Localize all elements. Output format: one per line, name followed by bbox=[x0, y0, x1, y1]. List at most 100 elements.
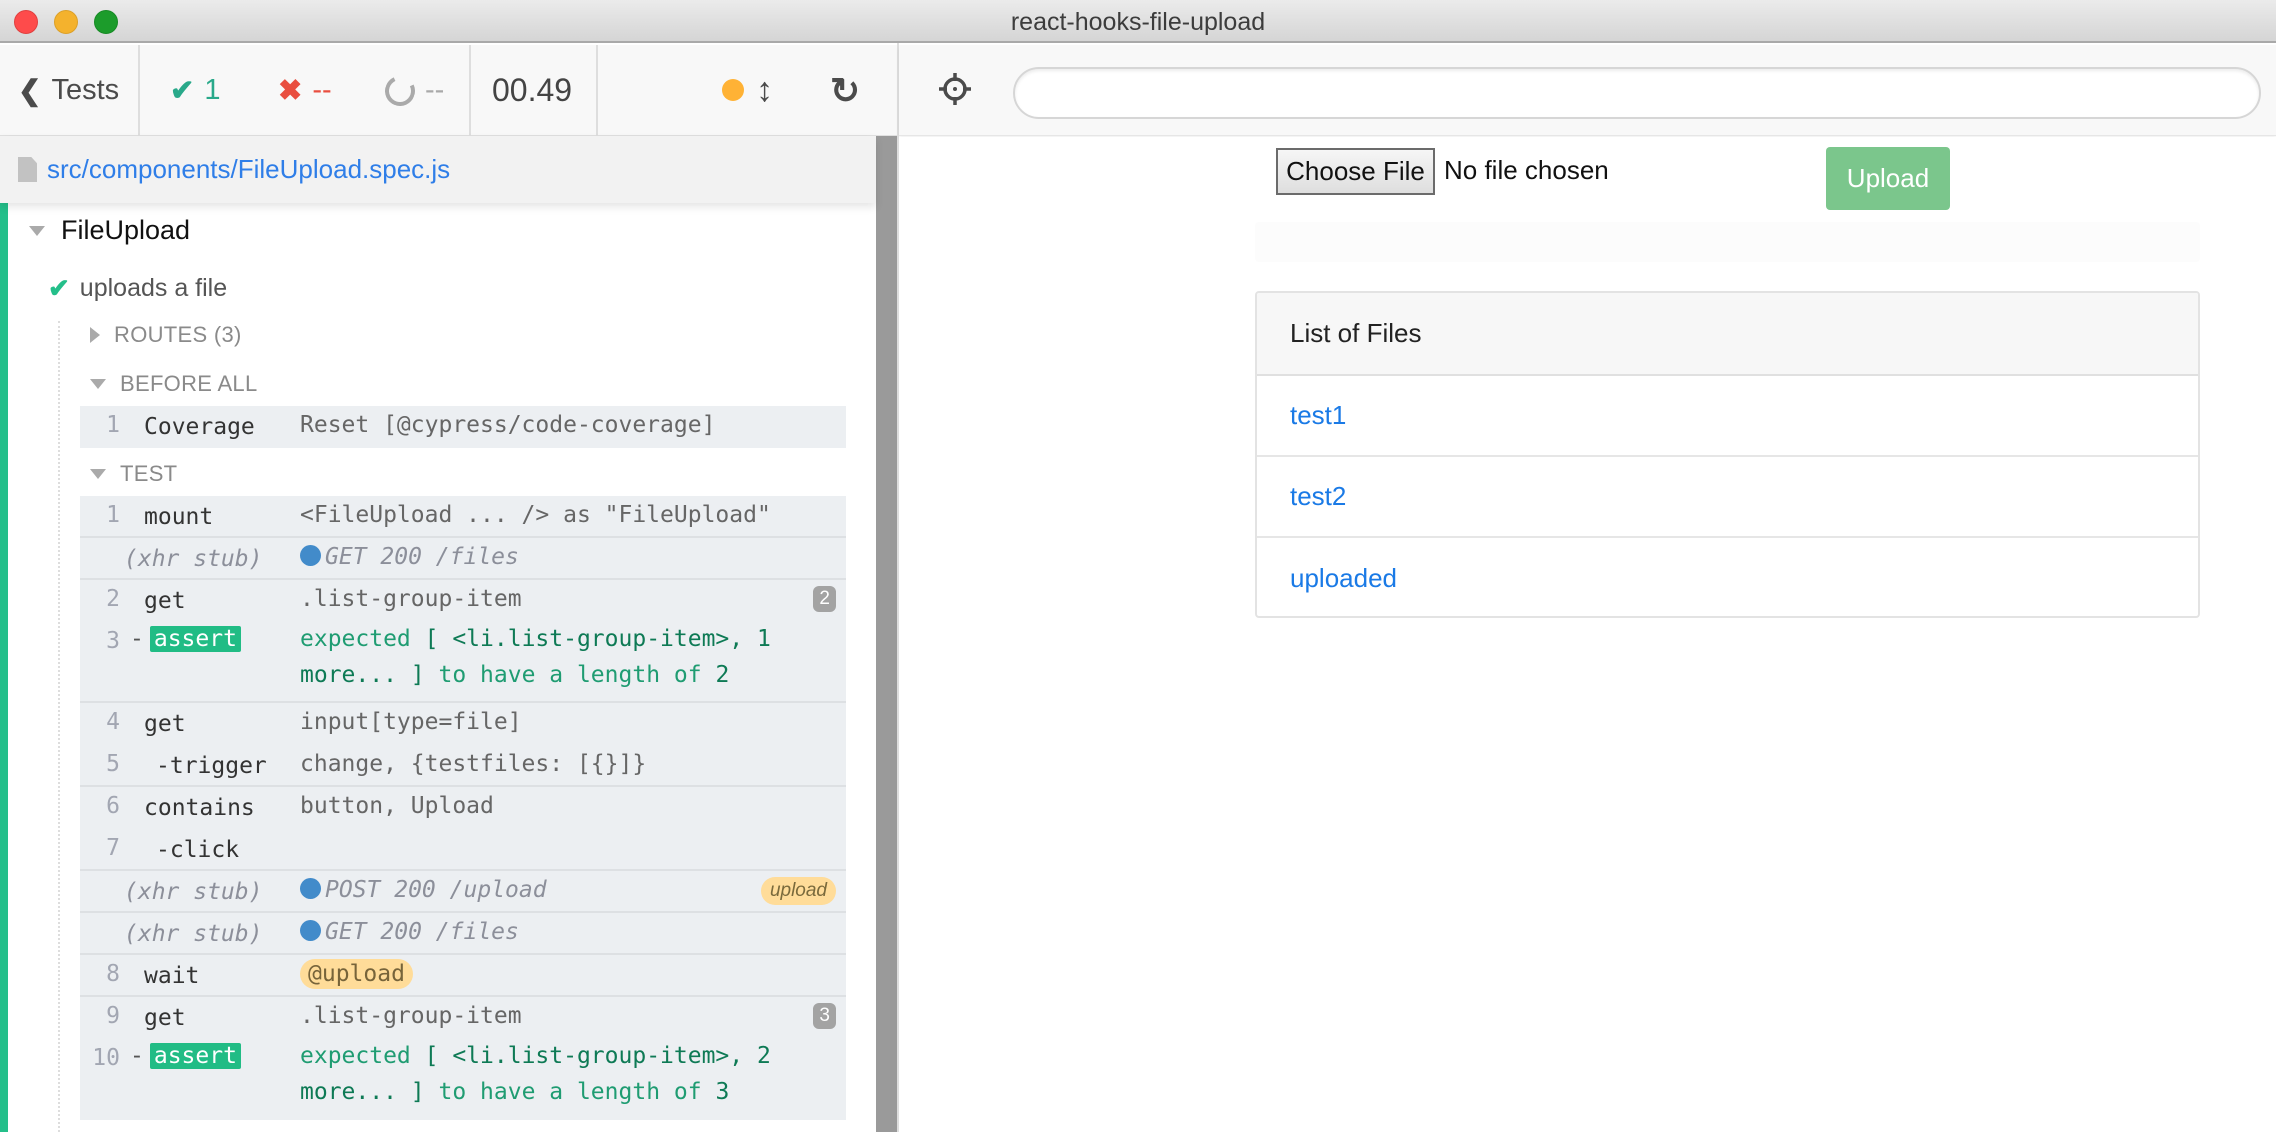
xhr-message: POST 200 /upload bbox=[325, 877, 547, 903]
command-number: 1 bbox=[106, 412, 120, 438]
child-dash: - bbox=[130, 1043, 144, 1069]
suite-title-label: FileUpload bbox=[61, 215, 191, 245]
test-title-label: uploads a file bbox=[79, 274, 228, 302]
command-row[interactable]: 7 -click bbox=[80, 829, 846, 871]
reporter-header: ❮ Tests ✔ 1 ✖ -- -- 00.49 ↕ ↻ bbox=[0, 45, 897, 136]
caret-down-icon bbox=[90, 379, 106, 389]
command-row[interactable]: 9 get .list-group-item 3 bbox=[80, 997, 846, 1039]
rerun-tests-button[interactable]: ↻ bbox=[830, 45, 860, 136]
command-message: @upload bbox=[300, 959, 413, 989]
pending-count-value: -- bbox=[425, 74, 445, 106]
header-divider bbox=[596, 45, 598, 136]
window-title: react-hooks-file-upload bbox=[1010, 8, 1266, 36]
command-name: Coverage bbox=[144, 414, 255, 440]
assert-message-line-1: expected [ <li.list-group-item>, 2 bbox=[300, 1043, 771, 1069]
caret-right-icon bbox=[90, 327, 100, 343]
command-number: 7 bbox=[106, 835, 120, 861]
aut-header bbox=[899, 45, 2276, 136]
command-row[interactable]: 6 contains button, Upload bbox=[80, 787, 846, 829]
x-icon: ✖ bbox=[278, 75, 303, 107]
command-number: 5 bbox=[106, 751, 120, 777]
command-row-xhr[interactable]: (xhr stub) GET 200 /files bbox=[80, 913, 846, 955]
assert-subject: [ <li.list-group-item>, 1 bbox=[424, 626, 771, 652]
command-number: 9 bbox=[106, 1003, 120, 1029]
element-count-badge: 3 bbox=[813, 1003, 836, 1029]
suite-title[interactable]: FileUpload bbox=[29, 215, 190, 246]
assert-text: expected bbox=[300, 626, 411, 652]
caret-down-icon bbox=[29, 225, 45, 236]
xhr-status-dot-icon bbox=[300, 545, 321, 566]
assert-value: 2 bbox=[715, 662, 730, 688]
command-row[interactable]: 5 -trigger change, {testfiles: [{}]} bbox=[80, 745, 846, 787]
vertical-arrows-icon: ↕ bbox=[756, 71, 773, 109]
command-row[interactable]: 1 mount <FileUpload ... /> as "FileUploa… bbox=[80, 496, 846, 538]
assert-text: expected bbox=[300, 1043, 411, 1069]
upload-button[interactable]: Upload bbox=[1826, 147, 1950, 210]
spec-file-link[interactable]: src/components/FileUpload.spec.js bbox=[47, 154, 450, 185]
hook-label: TEST bbox=[120, 461, 178, 486]
test-guide-line bbox=[58, 321, 60, 1132]
caret-down-icon bbox=[90, 469, 106, 479]
command-log: FileUpload ✔ uploads a file ROUTES (3) B… bbox=[0, 203, 876, 1132]
choose-file-button[interactable]: Choose File bbox=[1276, 148, 1435, 195]
file-list-item[interactable]: test2 bbox=[1257, 457, 2198, 538]
assert-subject: more... ] bbox=[300, 662, 425, 688]
tests-button[interactable]: ❮ Tests bbox=[18, 45, 119, 136]
chevron-left-icon: ❮ bbox=[18, 75, 42, 106]
command-name: (xhr stub) bbox=[124, 546, 263, 572]
auto-scroll-toggle[interactable]: ↕ bbox=[756, 45, 773, 136]
check-icon: ✔ bbox=[170, 75, 195, 107]
child-dash: - bbox=[130, 626, 144, 652]
command-number: 3 bbox=[106, 628, 120, 654]
auto-scroll-indicator-icon bbox=[722, 79, 744, 101]
command-row-xhr[interactable]: (xhr stub) GET 200 /files bbox=[80, 538, 846, 580]
run-duration: 00.49 bbox=[492, 72, 573, 108]
passed-count-value: 1 bbox=[204, 74, 221, 106]
command-number: 4 bbox=[106, 709, 120, 735]
files-card-header: List of Files bbox=[1257, 293, 2198, 376]
command-name: -trigger bbox=[156, 753, 267, 779]
alias-pill: @upload bbox=[300, 959, 413, 989]
header-divider bbox=[469, 45, 471, 136]
routes-toggle[interactable]: ROUTES (3) bbox=[90, 322, 242, 348]
command-number: 1 bbox=[106, 502, 120, 528]
element-count-badge: 2 bbox=[813, 586, 836, 612]
reload-icon: ↻ bbox=[830, 69, 861, 111]
command-name: -click bbox=[156, 837, 240, 863]
command-number: 2 bbox=[106, 586, 120, 612]
header-divider bbox=[138, 45, 140, 136]
command-row[interactable]: 1 Coverage Reset [@cypress/code-coverage… bbox=[80, 406, 846, 448]
assert-badge: assert bbox=[149, 626, 241, 652]
command-row[interactable]: 8 wait @upload bbox=[80, 955, 846, 997]
hook-test[interactable]: TEST bbox=[90, 461, 177, 487]
test-title[interactable]: ✔ uploads a file bbox=[48, 273, 227, 304]
command-name: (xhr stub) bbox=[124, 879, 263, 905]
command-message: Reset [@cypress/code-coverage] bbox=[300, 412, 716, 438]
command-row-xhr[interactable]: (xhr stub) POST 200 /upload upload bbox=[80, 871, 846, 913]
selector-playground-icon[interactable] bbox=[935, 69, 975, 109]
hook-before-all[interactable]: BEFORE ALL bbox=[90, 371, 258, 397]
command-row[interactable]: 4 get input[type=file] bbox=[80, 703, 846, 745]
assert-message-line-2: more... ] to have a length of 2 bbox=[300, 662, 729, 688]
xhr-message: GET 200 /files bbox=[325, 544, 519, 570]
command-message: .list-group-item bbox=[300, 586, 522, 612]
command-row-assert[interactable]: 3 - assert expected [ <li.list-group-item… bbox=[80, 622, 846, 703]
command-name: - assert bbox=[130, 1043, 241, 1069]
passed-count: ✔ 1 bbox=[170, 45, 220, 136]
command-message: POST 200 /upload bbox=[300, 877, 547, 903]
command-message: button, Upload bbox=[300, 793, 494, 819]
command-number: 8 bbox=[106, 961, 120, 987]
xhr-status-dot-icon bbox=[300, 920, 321, 941]
command-row-assert[interactable]: 10 - assert expected [ <li.list-group-ite… bbox=[80, 1039, 846, 1120]
command-name: wait bbox=[144, 963, 200, 989]
url-bar[interactable] bbox=[1013, 67, 2261, 119]
file-input-status: No file chosen bbox=[1444, 155, 1609, 185]
file-icon bbox=[18, 157, 37, 182]
file-list-item[interactable]: uploaded bbox=[1257, 538, 2198, 616]
file-list-item[interactable]: test1 bbox=[1257, 376, 2198, 457]
command-row[interactable]: 2 get .list-group-item 2 bbox=[80, 580, 846, 622]
failed-count: ✖ -- bbox=[278, 45, 332, 136]
reporter-scrollbar[interactable] bbox=[876, 136, 897, 1132]
assert-badge: assert bbox=[149, 1043, 241, 1069]
assert-subject: more... ] bbox=[300, 1079, 425, 1105]
